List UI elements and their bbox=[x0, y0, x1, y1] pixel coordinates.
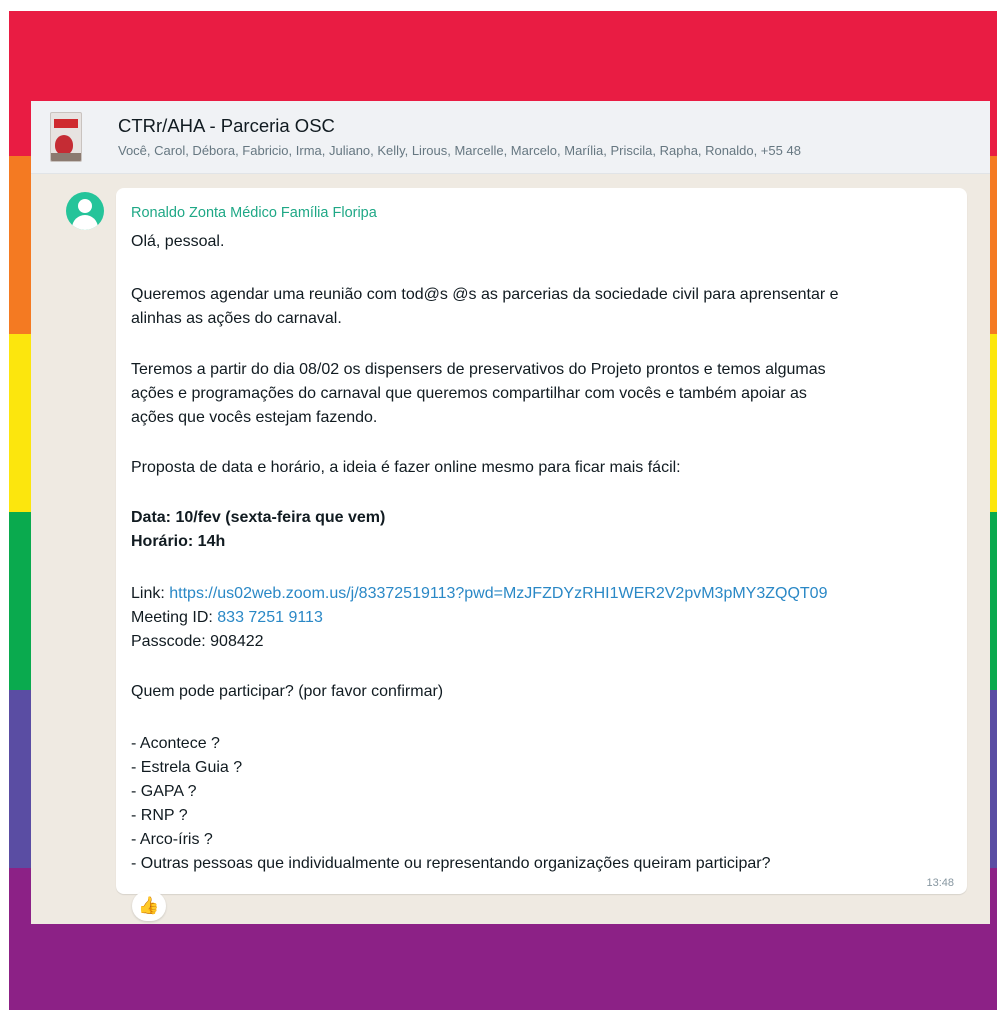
meeting-link-row: Link: https://us02web.zoom.us/j/83372519… bbox=[131, 584, 827, 604]
avatar-head bbox=[78, 199, 92, 213]
message-paragraph-3: Proposta de data e horário, a ideia é fa… bbox=[131, 459, 681, 476]
org-list-item: - Arco-íris ? bbox=[131, 831, 213, 848]
message-greeting: Olá, pessoal. bbox=[131, 233, 225, 250]
chat-window: CTRr/AHA - Parceria OSC Você, Carol, Déb… bbox=[31, 101, 990, 924]
org-list-item: - Outras pessoas que individualmente ou … bbox=[131, 855, 771, 872]
sender-avatar-icon[interactable] bbox=[66, 192, 104, 230]
meeting-id-label: Meeting ID: bbox=[131, 609, 218, 626]
message-bubble[interactable]: Ronaldo Zonta Médico Família Floripa Olá… bbox=[116, 188, 967, 894]
org-list-item: - Estrela Guia ? bbox=[131, 759, 243, 776]
meeting-passcode: Passcode: 908422 bbox=[131, 633, 264, 650]
avatar-base bbox=[51, 153, 81, 161]
link-label: Link: bbox=[131, 585, 170, 602]
meeting-id-row: Meeting ID: 833 7251 9113 bbox=[131, 608, 323, 628]
message-paragraph-2-line-3: ações que vocês estejam fazendo. bbox=[131, 409, 378, 426]
org-list-item: - GAPA ? bbox=[131, 783, 197, 800]
meeting-date: Data: 10/fev (sexta-feira que vem) bbox=[131, 509, 386, 526]
chat-header[interactable]: CTRr/AHA - Parceria OSC Você, Carol, Déb… bbox=[31, 101, 990, 174]
group-avatar[interactable] bbox=[50, 112, 82, 162]
message-paragraph-1-line-2: alinhas as ações do carnaval. bbox=[131, 310, 342, 327]
avatar-body bbox=[72, 215, 98, 230]
participants-question: Quem pode participar? (por favor confirm… bbox=[131, 683, 444, 700]
chat-title[interactable]: CTRr/AHA - Parceria OSC bbox=[118, 115, 335, 137]
thumbs-up-reaction-icon[interactable]: 👍 bbox=[132, 891, 166, 921]
meeting-link[interactable]: https://us02web.zoom.us/j/83372519113?pw… bbox=[169, 585, 827, 602]
sender-name[interactable]: Ronaldo Zonta Médico Família Floripa bbox=[131, 205, 377, 221]
chat-members[interactable]: Você, Carol, Débora, Fabricio, Irma, Jul… bbox=[118, 143, 990, 158]
message-timestamp: 13:48 bbox=[926, 877, 954, 889]
org-list-item: - RNP ? bbox=[131, 807, 188, 824]
org-list-item: - Acontece ? bbox=[131, 735, 220, 752]
avatar-band bbox=[54, 119, 78, 128]
avatar-drop-shape bbox=[55, 135, 73, 155]
message-paragraph-2-line-2: ações e programações do carnaval que que… bbox=[131, 385, 807, 402]
message-paragraph-2-line-1: Teremos a partir do dia 08/02 os dispens… bbox=[131, 361, 826, 378]
meeting-id-link[interactable]: 833 7251 9113 bbox=[217, 609, 323, 626]
message-paragraph-1-line-1: Queremos agendar uma reunião com tod@s @… bbox=[131, 286, 839, 303]
meeting-time: Horário: 14h bbox=[131, 533, 226, 550]
